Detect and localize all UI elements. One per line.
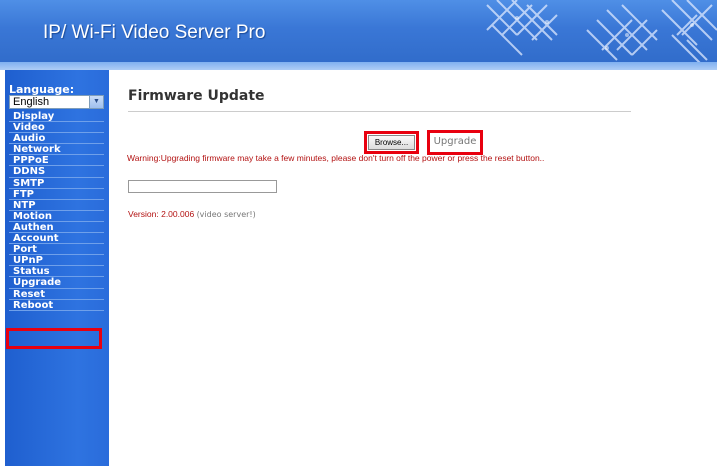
sidebar-item-account[interactable]: Account bbox=[9, 233, 104, 245]
header-banner: IP/ Wi-Fi Video Server Pro bbox=[0, 0, 717, 70]
sidebar-item-port[interactable]: Port bbox=[9, 244, 104, 256]
sidebar-item-ftp[interactable]: FTP bbox=[9, 189, 104, 200]
language-select-value: English bbox=[13, 96, 50, 108]
app-title: IP/ Wi-Fi Video Server Pro bbox=[43, 22, 266, 43]
version-description: (video server!) bbox=[196, 210, 256, 219]
upgrade-button[interactable]: Upgrade bbox=[431, 133, 479, 151]
language-select[interactable]: English ▼ bbox=[9, 95, 104, 109]
sidebar-item-motion[interactable]: Motion bbox=[9, 211, 104, 222]
page-title: Firmware Update bbox=[128, 88, 265, 104]
sidebar-menu: Display Video Audio Network PPPoE DDNS S… bbox=[9, 111, 104, 311]
sidebar-item-network[interactable]: Network bbox=[9, 144, 104, 156]
version-label: Version: bbox=[128, 209, 159, 219]
sidebar-item-smtp[interactable]: SMTP bbox=[9, 178, 104, 189]
sidebar-item-audio[interactable]: Audio bbox=[9, 133, 104, 145]
browse-button[interactable]: Browse... bbox=[368, 135, 415, 150]
firmware-file-input[interactable] bbox=[128, 180, 277, 193]
sidebar-item-status[interactable]: Status bbox=[9, 266, 104, 278]
sidebar-item-upgrade[interactable]: Upgrade bbox=[9, 277, 104, 289]
chevron-down-icon[interactable]: ▼ bbox=[89, 96, 103, 108]
sidebar-item-authen[interactable]: Authen bbox=[9, 222, 104, 234]
version-number: 2.00.006 bbox=[161, 209, 195, 219]
sidebar-item-upnp[interactable]: UPnP bbox=[9, 255, 104, 267]
sidebar-item-ddns[interactable]: DDNS bbox=[9, 166, 104, 178]
version-line: Version: 2.00.006 (video server!) bbox=[128, 209, 256, 219]
sidebar-item-ntp[interactable]: NTP bbox=[9, 200, 104, 211]
sidebar-item-pppoe[interactable]: PPPoE bbox=[9, 155, 104, 167]
sidebar-item-display[interactable]: Display bbox=[9, 111, 104, 123]
sidebar-item-video[interactable]: Video bbox=[9, 122, 104, 134]
warning-text: Warning:Upgrading firmware may take a fe… bbox=[127, 153, 545, 163]
header-strip bbox=[0, 62, 717, 70]
sidebar: Language: English ▼ Display Video Audio … bbox=[5, 70, 109, 466]
sidebar-item-reset[interactable]: Reset bbox=[9, 289, 104, 300]
header-pattern bbox=[486, 0, 717, 66]
sidebar-item-reboot[interactable]: Reboot bbox=[9, 300, 104, 311]
title-divider bbox=[128, 111, 631, 112]
